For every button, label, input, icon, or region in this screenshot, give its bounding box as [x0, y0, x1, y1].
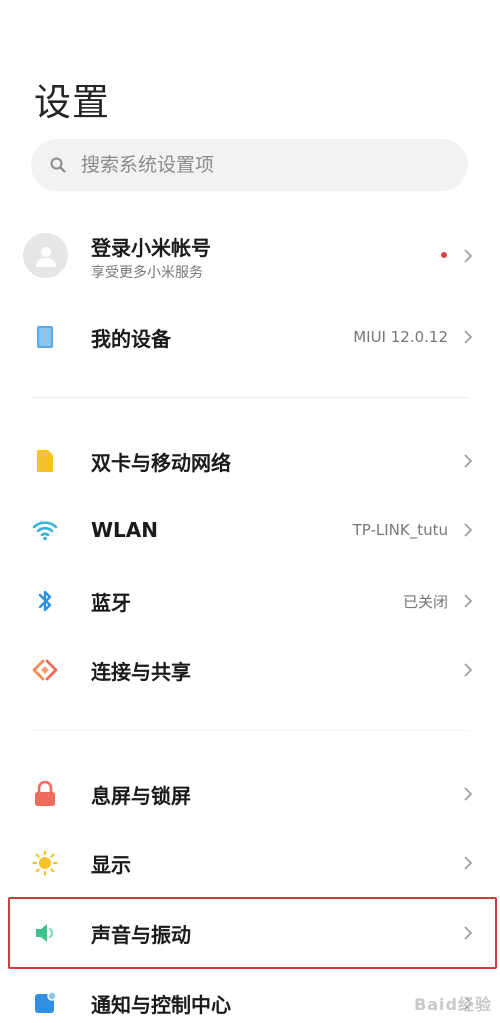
settings-row-bluetooth[interactable]: 蓝牙 已关闭 [0, 584, 500, 618]
lock-icon [30, 779, 60, 809]
tablet-icon [30, 322, 60, 352]
row-label: 声音与振动 [91, 922, 191, 947]
search-bar[interactable] [31, 139, 468, 191]
chevron-right-icon [458, 246, 478, 266]
settings-row-wlan[interactable]: WLAN TP-LINK_tutu [0, 513, 500, 547]
settings-row-sim[interactable]: 双卡与移动网络 [0, 444, 500, 478]
notification-icon [30, 988, 60, 1018]
speaker-icon [30, 918, 60, 948]
chevron-right-icon [458, 520, 478, 540]
section-divider [31, 397, 469, 398]
chevron-right-icon [458, 660, 478, 680]
row-label: 息屏与锁屏 [91, 783, 191, 808]
chevron-right-icon [458, 327, 478, 347]
row-label: 蓝牙 [91, 590, 131, 615]
settings-row-sound-vibration[interactable]: 声音与振动 [0, 916, 500, 950]
row-label: 双卡与移动网络 [91, 450, 231, 475]
brightness-icon [30, 848, 60, 878]
chevron-right-icon [458, 923, 478, 943]
watermark: Baid经验 [414, 995, 492, 1014]
settings-row-display[interactable]: 显示 [0, 846, 500, 880]
row-value: TP-LINK_tutu [352, 521, 448, 539]
settings-row-connection-share[interactable]: 连接与共享 [0, 653, 500, 687]
chevron-right-icon [458, 853, 478, 873]
row-label: 显示 [91, 852, 131, 877]
row-label: WLAN [91, 518, 159, 542]
section-divider [31, 730, 469, 731]
row-value: MIUI 12.0.12 [353, 328, 448, 346]
sim-card-icon [30, 446, 60, 476]
chevron-right-icon [458, 784, 478, 804]
page-title: 设置 [34, 81, 110, 124]
chevron-right-icon [458, 451, 478, 471]
search-input[interactable] [81, 154, 421, 176]
row-label: 连接与共享 [91, 659, 191, 684]
bluetooth-icon [30, 586, 60, 616]
search-icon [49, 156, 67, 174]
row-label: 我的设备 [91, 326, 171, 351]
row-value: 已关闭 [402, 592, 448, 611]
row-label: 通知与控制中心 [91, 992, 231, 1017]
settings-row-lock-screen[interactable]: 息屏与锁屏 [0, 777, 500, 811]
connection-share-icon [30, 655, 60, 685]
chevron-right-icon [458, 591, 478, 611]
settings-row-my-device[interactable]: 我的设备 MIUI 12.0.12 [0, 320, 500, 354]
wifi-icon [30, 515, 60, 545]
